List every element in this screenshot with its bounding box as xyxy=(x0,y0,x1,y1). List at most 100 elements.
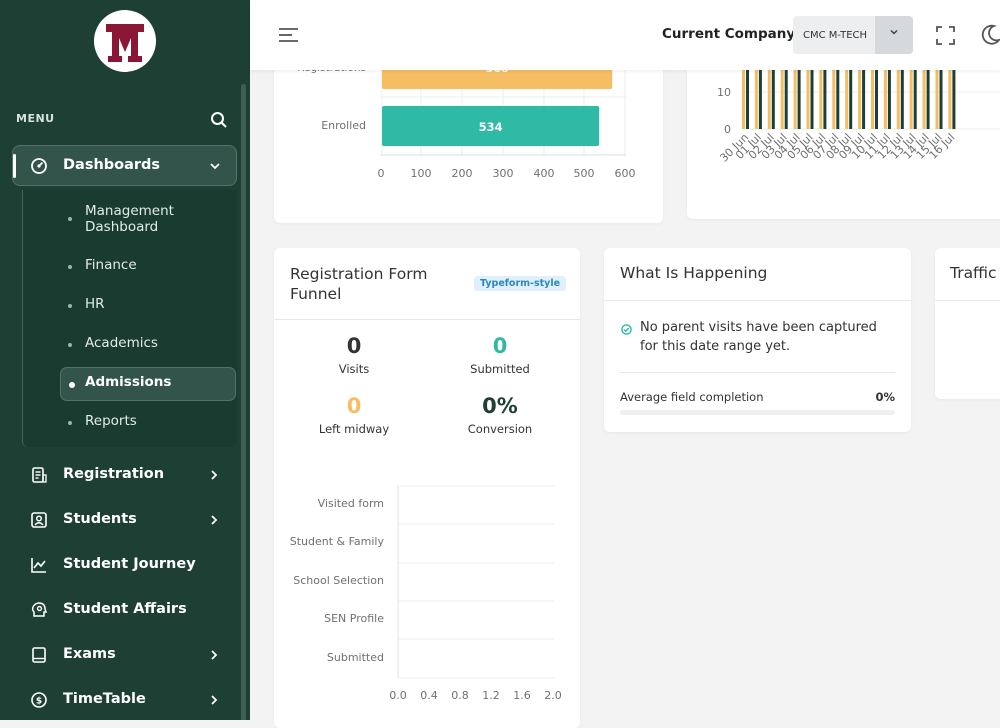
daily-bar-amber xyxy=(767,70,771,129)
x-tick-label: 0.4 xyxy=(420,689,438,702)
gauge-icon xyxy=(31,158,47,174)
daily-bar-dark xyxy=(875,70,878,129)
daily-bar-dark xyxy=(810,70,814,129)
funnel-grid xyxy=(397,485,554,679)
hamburger-menu-icon[interactable] xyxy=(278,26,300,44)
y-tick-label: 10 xyxy=(717,86,731,99)
bullet-icon xyxy=(68,343,72,347)
sidebar-scrollbar[interactable] xyxy=(241,84,246,720)
daily-bar-dark xyxy=(797,70,801,129)
x-tick-label: 300 xyxy=(493,167,514,180)
stat-submitted: 0 Submitted xyxy=(436,334,564,376)
sidebar-subitem-academics[interactable]: Academics xyxy=(85,335,158,351)
daily-bar-dark xyxy=(849,70,853,129)
daily-bar-dark xyxy=(746,70,749,129)
form-icon xyxy=(32,467,47,483)
daily-bar-dark xyxy=(836,70,840,129)
daily-bar-amber xyxy=(909,70,913,129)
daily-bar-amber xyxy=(922,70,926,129)
daily-bar-dark xyxy=(926,70,930,129)
daily-bar-amber xyxy=(896,70,900,129)
search-icon[interactable] xyxy=(210,111,228,129)
sidebar-subitem-reports[interactable]: Reports xyxy=(85,413,137,429)
sidebar: MENU Dashboards Management Dashboard Fin… xyxy=(0,0,250,720)
traffic-card-title: Traffic xyxy=(950,264,997,282)
sidebar-item-label: Registration xyxy=(63,466,165,482)
stat-value: 0% xyxy=(482,394,518,418)
daily-bar-dark xyxy=(862,70,866,129)
x-tick-label: 400 xyxy=(534,167,555,180)
daily-bar-amber xyxy=(858,70,862,129)
id-card-icon xyxy=(31,512,47,528)
bar-value-label-enrolled: 534 xyxy=(479,120,503,134)
company-select[interactable]: CMC M-TECH xyxy=(793,16,913,54)
funnel-card-title: Registration Form Funnel xyxy=(290,265,428,303)
daily-bars xyxy=(742,70,956,129)
stat-label: Conversion xyxy=(467,422,533,436)
x-tick-label: 1.6 xyxy=(513,689,531,702)
daily-bar-dark xyxy=(952,70,956,129)
company-select-toggle[interactable] xyxy=(875,16,913,54)
daily-bar-amber xyxy=(754,70,758,129)
sidebar-item-label: Student Affairs xyxy=(63,601,187,617)
category-label: School Selection xyxy=(293,574,384,587)
y-tick-label: 0 xyxy=(724,123,731,136)
dollar-clock-icon: $ xyxy=(31,692,47,708)
daily-bar-amber xyxy=(948,70,952,129)
stat-conversion: 0% Conversion xyxy=(436,394,564,436)
company-select-value: CMC M-TECH xyxy=(803,30,868,41)
sidebar-subitem-management-dashboard[interactable]: Management Dashboard xyxy=(85,203,205,235)
category-label: Student & Family xyxy=(290,535,385,548)
x-tick-label: 0.8 xyxy=(451,689,469,702)
daily-bar-amber xyxy=(871,70,874,129)
dark-mode-moon-icon[interactable] xyxy=(980,24,1000,46)
x-tick-label: 600 xyxy=(615,167,636,180)
category-label: Visited form xyxy=(318,497,384,510)
category-label: Submitted xyxy=(327,651,384,664)
stat-value: 0 xyxy=(346,394,362,418)
chevron-right-icon xyxy=(211,695,218,705)
x-tick-label: 200 xyxy=(452,167,473,180)
sidebar-subitem-hr[interactable]: HR xyxy=(85,296,105,312)
bullet-icon xyxy=(69,382,75,388)
stat-left-midway: 0 Left midway xyxy=(290,394,418,436)
top-bar: Current Company: CMC M-TECH xyxy=(250,0,1000,70)
menu-label: MENU xyxy=(16,112,55,125)
funnel-bar-chart: Visited form Student & Family School Sel… xyxy=(290,485,562,702)
sidebar-subitem-admissions[interactable]: Admissions xyxy=(85,374,171,390)
x-tick-label: 0.0 xyxy=(389,689,407,702)
daily-bar-amber xyxy=(806,70,810,129)
daily-bar-amber xyxy=(780,70,784,129)
divider xyxy=(620,372,895,373)
happening-card-title: What Is Happening xyxy=(620,264,768,282)
daily-bar-dark xyxy=(823,70,827,129)
daily-bar-amber xyxy=(845,70,849,129)
m-logo-icon xyxy=(106,24,144,62)
stat-label: Left midway xyxy=(318,422,390,436)
stat-value: 0 xyxy=(346,334,362,358)
chevron-right-icon xyxy=(211,515,218,525)
divider xyxy=(935,300,1000,301)
school-logo[interactable] xyxy=(94,10,156,72)
sidebar-subitem-finance[interactable]: Finance xyxy=(85,257,137,273)
daily-bar-amber xyxy=(819,70,823,129)
stat-label: Submitted xyxy=(470,362,530,376)
x-tick-label: 1.2 xyxy=(482,689,500,702)
daily-bar-dark xyxy=(758,70,762,129)
bullet-icon xyxy=(68,304,72,308)
company-label: Current Company: xyxy=(662,26,801,42)
svg-text:$: $ xyxy=(36,697,42,707)
category-label: SEN Profile xyxy=(324,612,384,625)
divider xyxy=(274,319,580,320)
stat-visits: 0 Visits xyxy=(290,334,418,376)
active-accent xyxy=(13,154,16,178)
typeform-badge: Typeform-style xyxy=(474,276,567,291)
daily-bar-dark xyxy=(784,70,788,129)
daily-bar-amber xyxy=(832,70,836,129)
metric-label: Average field completion xyxy=(620,390,764,404)
fullscreen-icon[interactable] xyxy=(936,26,955,45)
sidebar-item-dashboards[interactable]: Dashboards xyxy=(12,145,237,186)
sidebar-item-label: Students xyxy=(63,511,137,527)
daily-bar-amber xyxy=(793,70,797,129)
stat-value: 0 xyxy=(492,334,508,358)
